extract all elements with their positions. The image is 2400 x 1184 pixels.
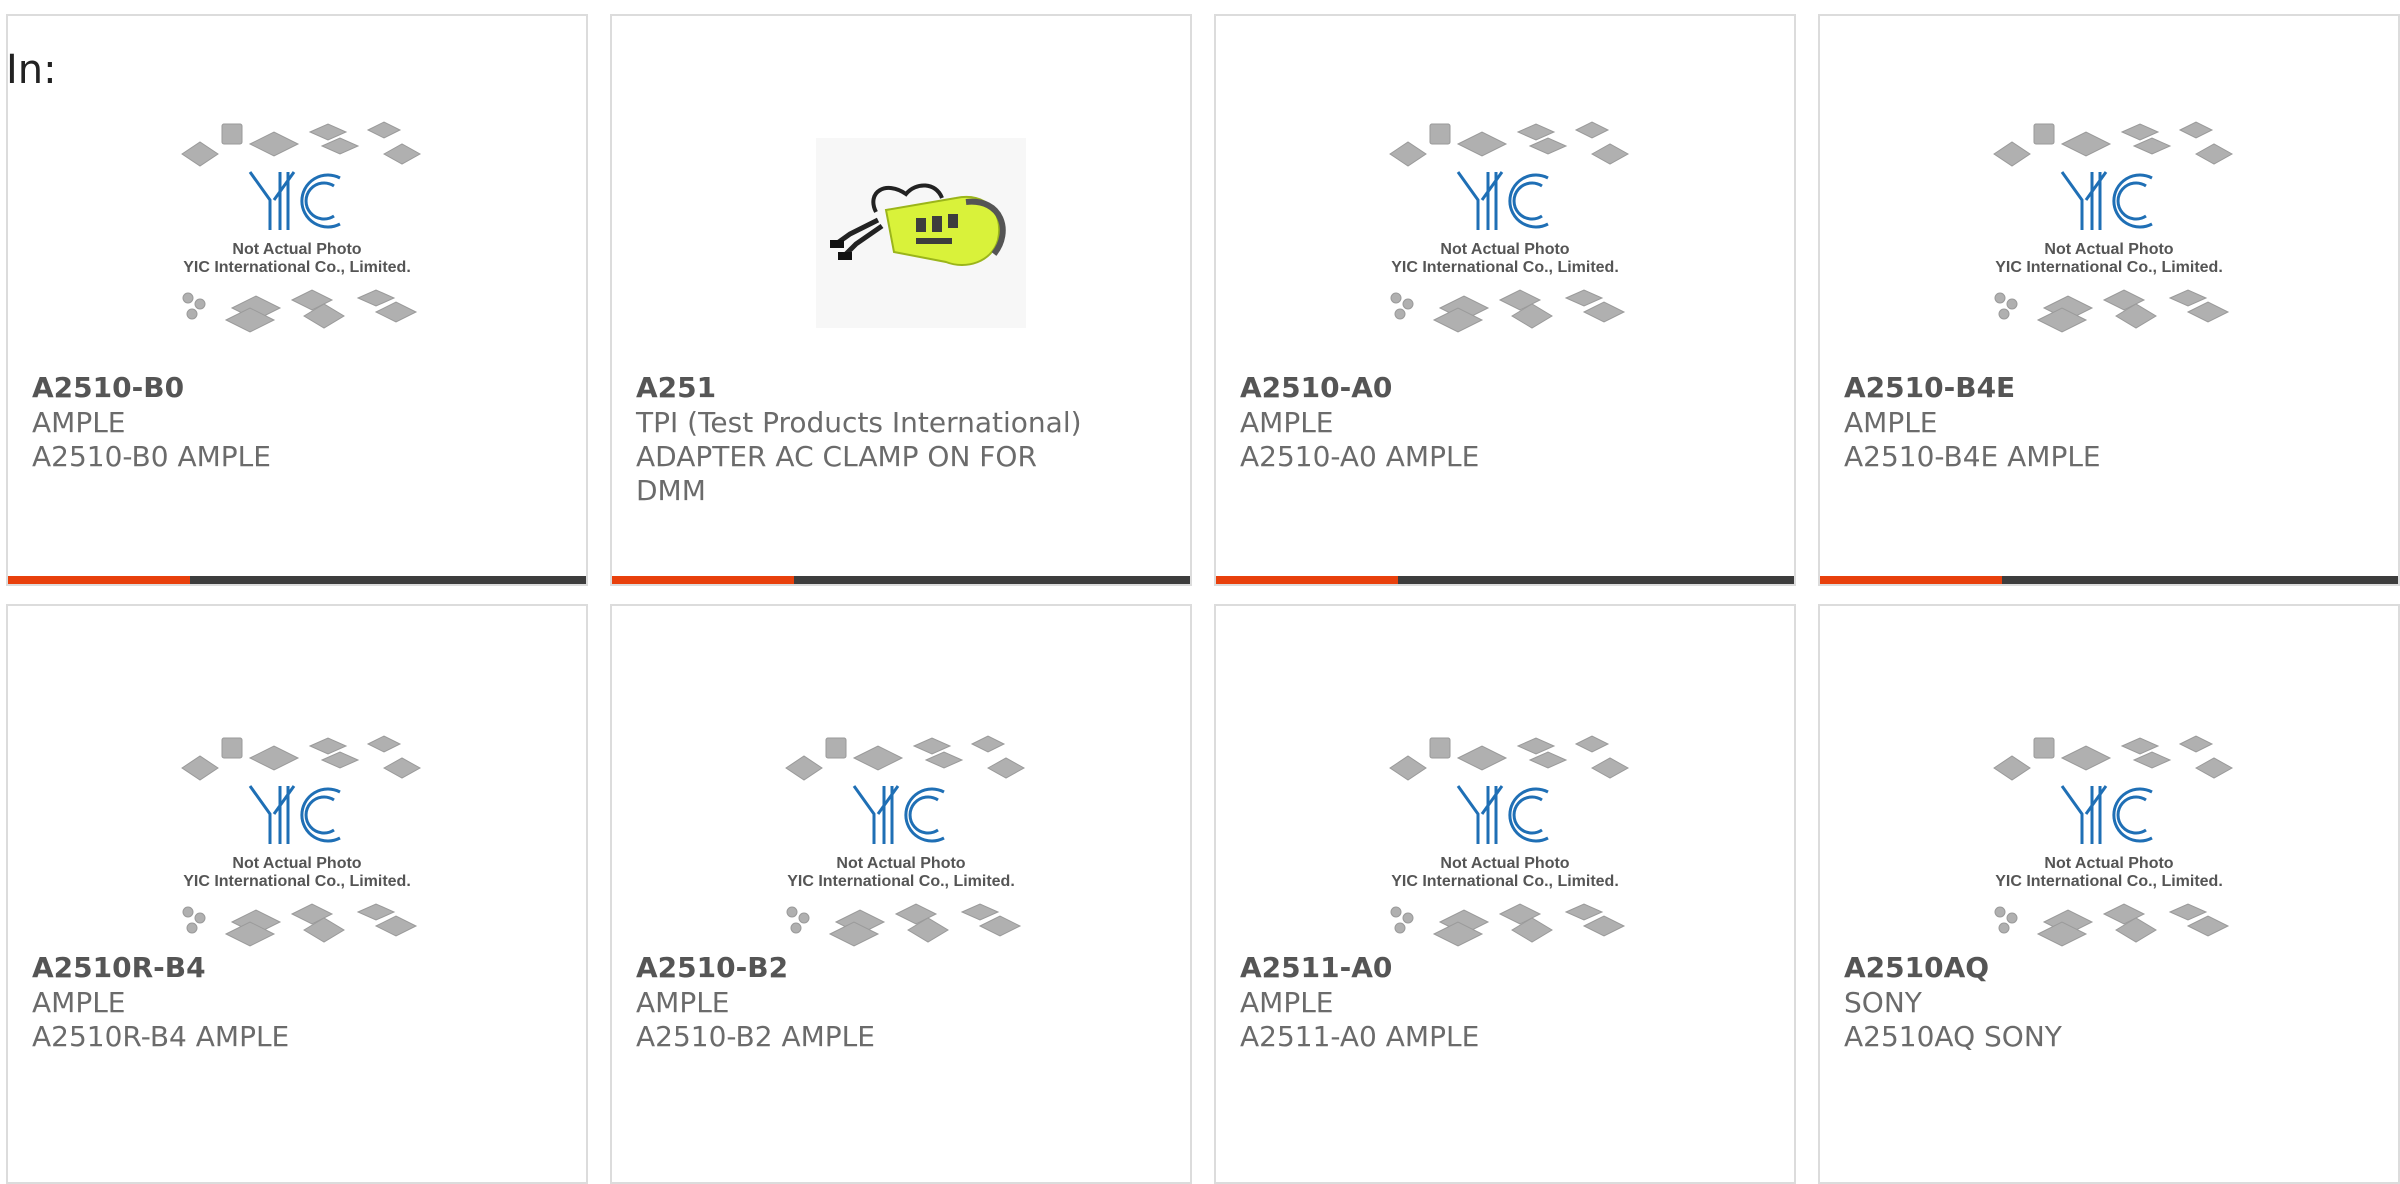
product-card[interactable]: Not Actual Photo YIC International Co., … xyxy=(6,14,588,586)
product-image[interactable] xyxy=(612,102,1190,372)
card-accent-bar xyxy=(8,576,586,584)
card-accent-bar xyxy=(1820,576,2398,584)
card-accent-bar xyxy=(1216,576,1794,584)
product-card[interactable]: Not Actual Photo YIC International Co., … xyxy=(1214,14,1796,586)
in-label: In: xyxy=(6,47,57,93)
placeholder-image: Not Actual Photo YIC International Co., … xyxy=(785,735,1026,947)
placeholder-caption-line2: YIC International Co., Limited. xyxy=(1995,259,2223,276)
manufacturer: TPI (Test Products International) xyxy=(636,406,1082,439)
product-card[interactable]: Not Actual Photo YIC International Co., … xyxy=(1818,604,2400,1184)
placeholder-caption-line1: Not Actual Photo xyxy=(1440,241,1569,258)
placeholder-caption-line1: Not Actual Photo xyxy=(232,855,361,872)
placeholder-caption-line1: Not Actual Photo xyxy=(2044,855,2173,872)
product-card[interactable]: Not Actual Photo YIC International Co., … xyxy=(6,604,588,1184)
part-number[interactable]: A251 xyxy=(636,370,1166,406)
placeholder-caption-line2: YIC International Co., Limited. xyxy=(183,259,411,276)
placeholder-image: Not Actual Photo YIC International Co., … xyxy=(1993,121,2234,333)
placeholder-image: Not Actual Photo YIC International Co., … xyxy=(181,735,422,947)
description: A2510AQ SONY xyxy=(1844,1020,2062,1053)
manufacturer: AMPLE xyxy=(1844,406,1938,439)
product-image[interactable]: Not Actual Photo YIC International Co., … xyxy=(612,716,1190,986)
placeholder-caption-line1: Not Actual Photo xyxy=(232,241,361,258)
product-card[interactable]: A251 TPI (Test Products International) A… xyxy=(610,14,1192,586)
description: A2510-B0 AMPLE xyxy=(32,440,271,473)
description: A2511-A0 AMPLE xyxy=(1240,1020,1480,1053)
product-card[interactable]: Not Actual Photo YIC International Co., … xyxy=(1214,604,1796,1184)
placeholder-caption-line2: YIC International Co., Limited. xyxy=(1391,873,1619,890)
product-image[interactable]: Not Actual Photo YIC International Co., … xyxy=(8,716,586,986)
part-number[interactable]: A2511-A0 xyxy=(1240,950,1770,986)
placeholder-caption-line2: YIC International Co., Limited. xyxy=(787,873,1015,890)
part-number[interactable]: A2510-A0 xyxy=(1240,370,1770,406)
manufacturer: AMPLE xyxy=(1240,406,1334,439)
product-image[interactable]: Not Actual Photo YIC International Co., … xyxy=(1216,102,1794,372)
manufacturer: AMPLE xyxy=(32,406,126,439)
product-image[interactable]: Not Actual Photo YIC International Co., … xyxy=(1820,716,2398,986)
manufacturer: SONY xyxy=(1844,986,1922,1019)
manufacturer: AMPLE xyxy=(1240,986,1334,1019)
card-accent-bar xyxy=(612,576,1190,584)
part-number[interactable]: A2510-B2 xyxy=(636,950,1166,986)
description: A2510-B4E AMPLE xyxy=(1844,440,2101,473)
placeholder-caption-line2: YIC International Co., Limited. xyxy=(1995,873,2223,890)
product-image[interactable]: Not Actual Photo YIC International Co., … xyxy=(1216,716,1794,986)
product-image[interactable]: Not Actual Photo YIC International Co., … xyxy=(8,102,586,372)
product-card[interactable]: Not Actual Photo YIC International Co., … xyxy=(1818,14,2400,586)
description: ADAPTER AC CLAMP ON FOR DMM xyxy=(636,440,1037,507)
part-number[interactable]: A2510-B0 xyxy=(32,370,562,406)
product-card[interactable]: Not Actual Photo YIC International Co., … xyxy=(610,604,1192,1184)
placeholder-caption-line2: YIC International Co., Limited. xyxy=(183,873,411,890)
part-number[interactable]: A2510-B4E xyxy=(1844,370,2374,406)
manufacturer: AMPLE xyxy=(636,986,730,1019)
placeholder-image: Not Actual Photo YIC International Co., … xyxy=(181,121,422,333)
placeholder-image: Not Actual Photo YIC International Co., … xyxy=(1389,735,1630,947)
placeholder-caption-line1: Not Actual Photo xyxy=(2044,241,2173,258)
description: A2510-B2 AMPLE xyxy=(636,1020,875,1053)
clamp-adapter-photo xyxy=(816,138,1026,328)
placeholder-caption-line1: Not Actual Photo xyxy=(1440,855,1569,872)
placeholder-caption-line2: YIC International Co., Limited. xyxy=(1391,259,1619,276)
product-image[interactable]: Not Actual Photo YIC International Co., … xyxy=(1820,102,2398,372)
manufacturer: AMPLE xyxy=(32,986,126,1019)
placeholder-image: Not Actual Photo YIC International Co., … xyxy=(1993,735,2234,947)
placeholder-caption-line1: Not Actual Photo xyxy=(836,855,965,872)
part-number[interactable]: A2510AQ xyxy=(1844,950,2374,986)
part-number[interactable]: A2510R-B4 xyxy=(32,950,562,986)
placeholder-image: Not Actual Photo YIC International Co., … xyxy=(1389,121,1630,333)
description: A2510-A0 AMPLE xyxy=(1240,440,1480,473)
description: A2510R-B4 AMPLE xyxy=(32,1020,290,1053)
